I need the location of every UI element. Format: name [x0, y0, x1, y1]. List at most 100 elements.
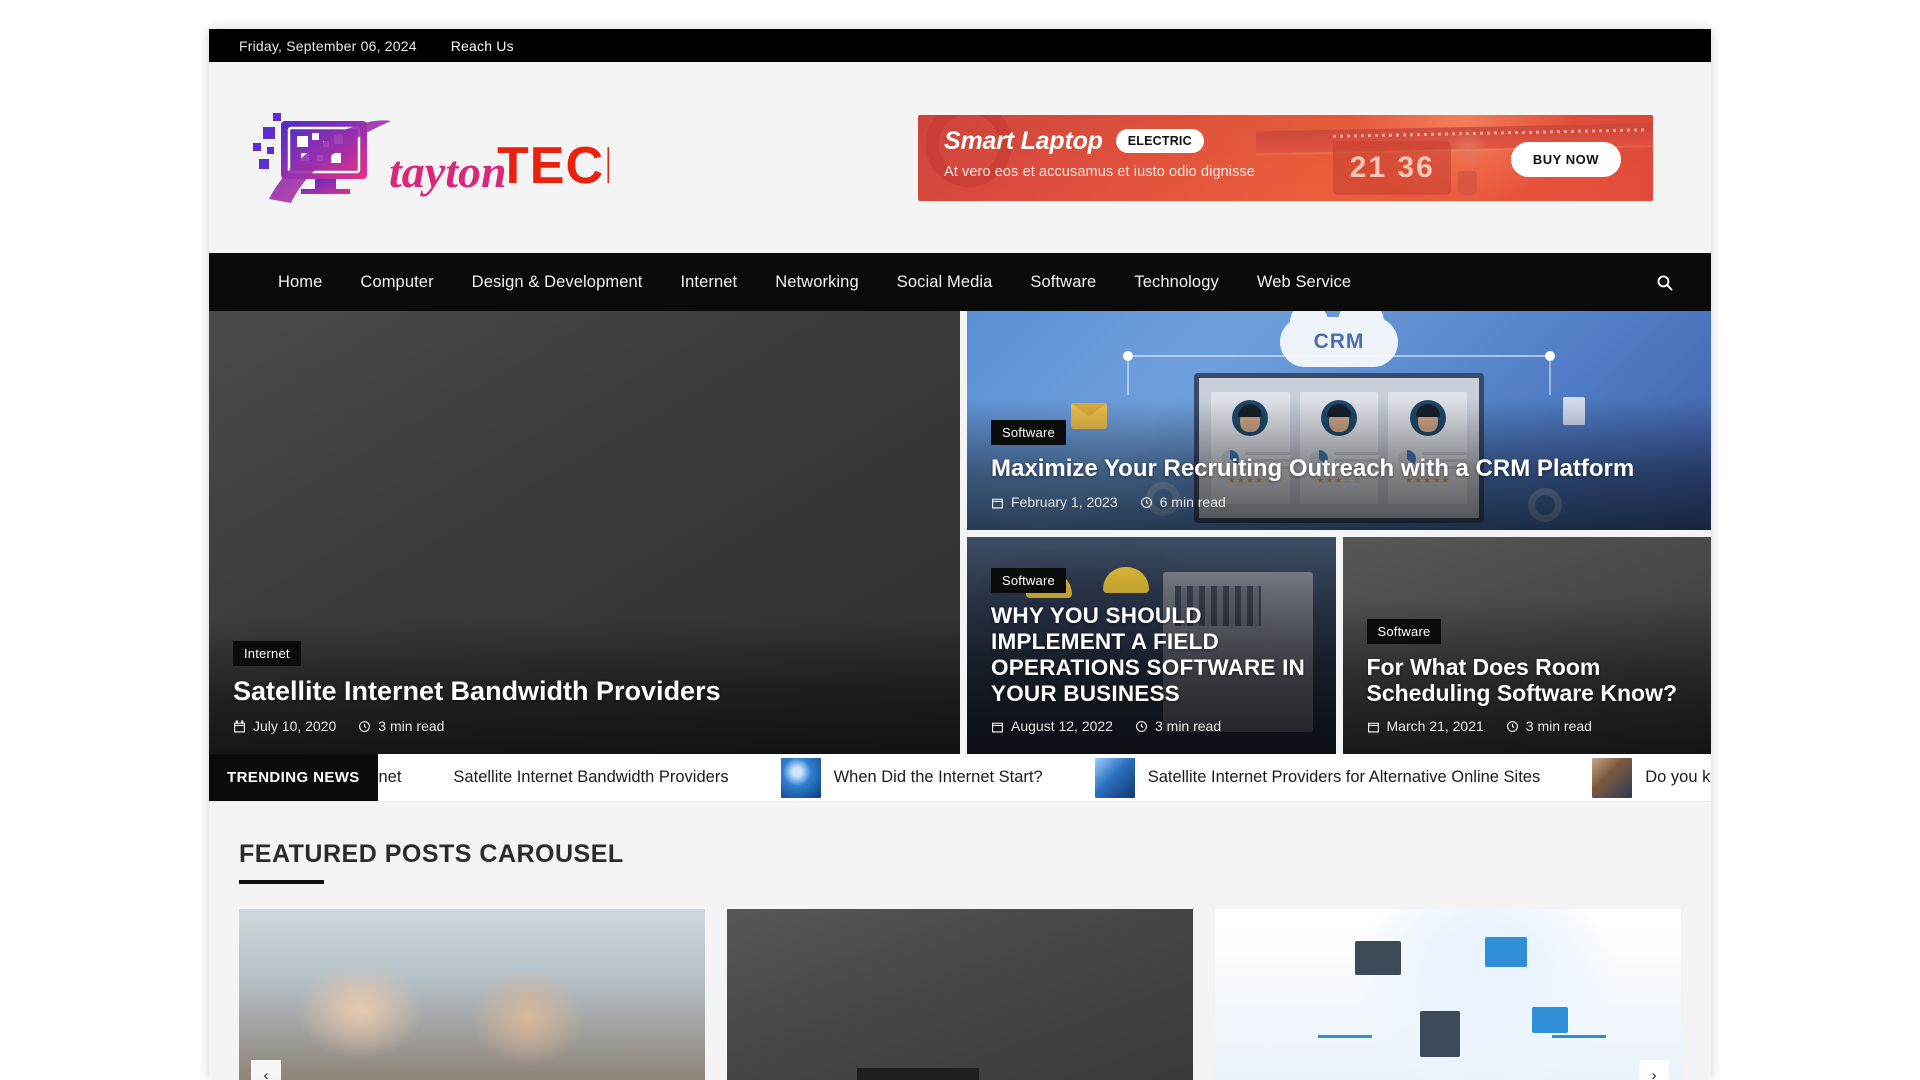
hero-fieldops-category[interactable]: Software — [991, 567, 1066, 593]
nav-item-web-service[interactable]: Web Service — [1238, 253, 1370, 311]
hero-fieldops-meta: August 12, 2022 3 min read — [991, 718, 1312, 734]
nav-item-social-media[interactable]: Social Media — [878, 253, 1012, 311]
hero-side-column: CRM ★★★★☆ — [967, 311, 1711, 754]
featured-carousel: ‹ › — [239, 909, 1681, 1080]
trending-item[interactable]: Satellite Internet Bandwidth Providers — [427, 768, 754, 787]
trending-news-bar: TRENDING NEWS e Internet Satellite Inter… — [209, 754, 1711, 802]
hero-crm-meta: February 1, 2023 6 min read — [991, 494, 1687, 510]
buy-now-button[interactable]: BUY NOW — [1510, 141, 1621, 177]
hero-crm-title[interactable]: Maximize Your Recruiting Outreach with a… — [991, 455, 1687, 483]
nav-link-design-development[interactable]: Design & Development — [453, 253, 662, 311]
trending-item-text[interactable]: Do you know the Different Spe — [1645, 768, 1711, 787]
hero-fieldops-title[interactable]: WHY YOU SHOULD IMPLEMENT A FIELD OPERATI… — [991, 603, 1312, 707]
hero-roomsched-date: March 21, 2021 — [1386, 718, 1484, 734]
banner-title: Smart Laptop — [944, 126, 1103, 155]
svg-text:TECH: TECH — [497, 137, 609, 195]
trending-item-text[interactable]: When Did the Internet Start? — [834, 768, 1043, 787]
carousel-next-arrow-icon[interactable]: › — [1639, 1060, 1669, 1080]
trending-item[interactable]: When Did the Internet Start? — [755, 757, 1069, 798]
hero-main-read-time: 3 min read — [378, 718, 445, 734]
carousel-slide-office-meeting[interactable] — [239, 909, 705, 1080]
hero-roomsched-read-time: 3 min read — [1525, 718, 1592, 734]
nav-link-technology[interactable]: Technology — [1115, 253, 1237, 311]
nav-item-technology[interactable]: Technology — [1115, 253, 1237, 311]
nav-link-computer[interactable]: Computer — [341, 253, 452, 311]
hero-crm-date: February 1, 2023 — [1011, 494, 1118, 510]
trending-item-thumbnail — [780, 757, 821, 798]
nav-item-design-development[interactable]: Design & Development — [453, 253, 662, 311]
hero-main-category[interactable]: Internet — [233, 640, 301, 666]
svg-text:tayton: tayton — [389, 146, 507, 197]
trending-item-text[interactable]: Satellite Internet Providers for Alterna… — [1148, 768, 1541, 787]
hero-crm-read-time: 6 min read — [1159, 494, 1226, 510]
crm-cloud-label: CRM — [1313, 330, 1365, 353]
promo-banner[interactable]: 21 36 Smart Laptop ELECTRIC At vero eos … — [918, 114, 1653, 201]
site-logo[interactable]: tayton TECH — [239, 103, 609, 213]
carousel-slide-cloud-devices[interactable] — [1215, 909, 1681, 1080]
hero-main-read-wrap: 3 min read — [358, 718, 444, 734]
hero-roomsched-title[interactable]: For What Does Room Scheduling Software K… — [1367, 654, 1688, 707]
calendar-icon — [1367, 722, 1379, 732]
nav-link-social-media[interactable]: Social Media — [878, 253, 1012, 311]
server-icon — [1354, 940, 1401, 975]
top-bar: Friday, September 06, 2024 Reach Us — [209, 29, 1711, 62]
featured-posts-section: FEATURED POSTS CAROUSEL ‹ › — [209, 802, 1711, 1080]
hero-fieldops-read-wrap: 3 min read — [1135, 718, 1221, 734]
site-header: tayton TECH 21 36 Smart Laptop ELECTRIC … — [209, 62, 1711, 253]
nav-item-software[interactable]: Software — [1011, 253, 1115, 311]
tablet-icon — [1531, 1007, 1568, 1033]
nav-link-software[interactable]: Software — [1011, 253, 1115, 311]
hero-crm-card[interactable]: CRM ★★★★☆ — [967, 311, 1711, 530]
reach-us-link[interactable]: Reach Us — [451, 38, 514, 54]
hero-bottom-row: Software WHY YOU SHOULD IMPLEMENT A FIEL… — [967, 537, 1711, 754]
calendar-icon — [234, 720, 245, 732]
section-title-underline — [239, 880, 324, 884]
site-page: Friday, September 06, 2024 Reach Us tayt… — [209, 29, 1711, 1080]
nav-link-home[interactable]: Home — [259, 253, 341, 311]
server-rack-icon — [1420, 1010, 1461, 1057]
clock-icon — [1136, 720, 1147, 732]
hero-main-date: July 10, 2020 — [253, 718, 337, 734]
hero-roomsched-card[interactable]: Software For What Does Room Scheduling S… — [1342, 537, 1711, 754]
nav-item-internet[interactable]: Internet — [661, 253, 756, 311]
hero-roomsched-read-wrap: 3 min read — [1506, 718, 1592, 734]
search-icon[interactable] — [1647, 265, 1681, 299]
calendar-icon — [992, 722, 1003, 732]
trending-item[interactable]: Do you know the Different Spe — [1566, 757, 1711, 798]
crm-cloud-icon: CRM — [1280, 311, 1398, 367]
hero-main-card[interactable]: Internet Satellite Internet Bandwidth Pr… — [209, 311, 960, 754]
crm-connector-vr — [1549, 355, 1552, 395]
crm-connector-h — [1130, 355, 1548, 357]
nav-link-web-service[interactable]: Web Service — [1238, 253, 1370, 311]
hero-crm-category[interactable]: Software — [991, 420, 1066, 446]
trending-item[interactable]: Satellite Internet Providers for Alterna… — [1069, 757, 1567, 798]
hero-main-meta: July 10, 2020 3 min read — [233, 718, 936, 734]
hero-main-date-wrap: July 10, 2020 — [233, 718, 336, 734]
nav-link-internet[interactable]: Internet — [661, 253, 756, 311]
crm-connector-vl — [1126, 355, 1129, 395]
trending-item-thumbnail — [1094, 757, 1135, 798]
current-date: Friday, September 06, 2024 — [239, 37, 417, 54]
clock-icon — [1140, 496, 1152, 508]
clock-icon — [1506, 720, 1518, 732]
trending-item-thumbnail — [1592, 757, 1633, 798]
hero-fieldops-card[interactable]: Software WHY YOU SHOULD IMPLEMENT A FIEL… — [967, 537, 1336, 754]
carousel-slide-dark-monitor[interactable] — [727, 909, 1193, 1080]
nav-list: Home Computer Design & Development Inter… — [259, 253, 1370, 311]
trending-news-label: TRENDING NEWS — [209, 754, 378, 801]
nav-item-computer[interactable]: Computer — [341, 253, 452, 311]
clock-icon — [359, 720, 371, 732]
featured-section-title: FEATURED POSTS CAROUSEL — [239, 840, 624, 868]
hero-main-title[interactable]: Satellite Internet Bandwidth Providers — [233, 676, 936, 707]
arrow-icon-left — [1317, 1035, 1372, 1038]
nav-link-networking[interactable]: Networking — [756, 253, 878, 311]
calendar-icon — [992, 498, 1003, 508]
hero-fieldops-date-wrap: August 12, 2022 — [991, 718, 1113, 734]
trending-ticker[interactable]: e Internet Satellite Internet Bandwidth … — [306, 757, 1711, 798]
nav-item-networking[interactable]: Networking — [756, 253, 878, 311]
main-navigation: Home Computer Design & Development Inter… — [209, 253, 1711, 311]
carousel-prev-arrow-icon[interactable]: ‹ — [251, 1060, 281, 1080]
trending-item-text[interactable]: Satellite Internet Bandwidth Providers — [453, 768, 728, 787]
hero-roomsched-category[interactable]: Software — [1366, 618, 1442, 644]
nav-item-home[interactable]: Home — [259, 253, 341, 311]
